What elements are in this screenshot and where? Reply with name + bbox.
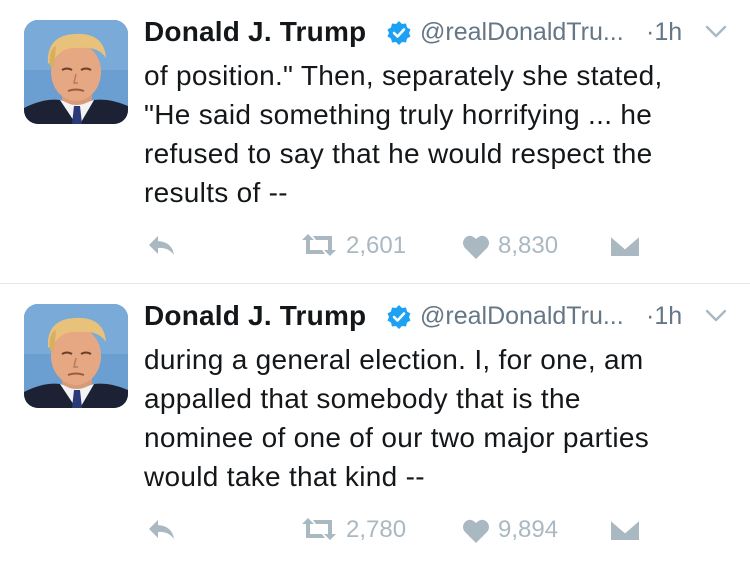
avatar[interactable] <box>24 304 128 408</box>
retweet-icon <box>302 234 336 256</box>
author-handle[interactable]: @realDonaldTru... <box>420 302 624 331</box>
author-name[interactable]: Donald J. Trump <box>144 16 366 48</box>
retweet-count: 2,601 <box>346 232 407 259</box>
tweet[interactable]: Donald J. Trump @realDonaldTru... ·1h of… <box>0 0 750 283</box>
tweet-text-line: results of -- <box>144 177 288 208</box>
tweet-text-line: "He said something truly horrifying ... … <box>144 99 653 130</box>
tweet-text-line: nominee of one of our two major parties <box>144 422 650 453</box>
chevron-down-icon[interactable] <box>704 24 728 40</box>
tweet-text-line: appalled that somebody that is the <box>144 383 581 414</box>
retweet-icon <box>302 518 336 540</box>
tweet-text-line: during a general election. I, for one, a… <box>144 344 644 375</box>
tweet-text-line: of position." Then, separately she state… <box>144 60 663 91</box>
tweet-text: during a general election. I, for one, a… <box>144 340 734 496</box>
heart-icon <box>463 519 489 543</box>
tweet-actions: 2,601 8,830 <box>144 228 734 264</box>
verified-badge-icon <box>387 21 411 45</box>
avatar[interactable] <box>24 20 128 124</box>
tweet-text: of position." Then, separately she state… <box>144 56 734 212</box>
tweet[interactable]: Donald J. Trump @realDonaldTru... ·1h du… <box>0 284 750 568</box>
timestamp[interactable]: ·1h <box>646 18 682 47</box>
author-name[interactable]: Donald J. Trump <box>144 300 366 332</box>
tweet-text-line: refused to say that he would respect the <box>144 138 653 169</box>
heart-icon <box>463 235 489 259</box>
avatar-image <box>24 20 128 124</box>
avatar-image <box>24 304 128 408</box>
direct-message-icon[interactable] <box>610 234 640 258</box>
tweet-header: Donald J. Trump @realDonaldTru... ·1h <box>144 298 734 338</box>
retweet-count: 2,780 <box>346 516 407 543</box>
tweet-text-line: would take that kind -- <box>144 461 425 492</box>
direct-message-icon[interactable] <box>610 518 640 542</box>
reply-icon[interactable] <box>146 516 178 544</box>
tweet-header: Donald J. Trump @realDonaldTru... ·1h <box>144 14 734 54</box>
like-count: 8,830 <box>498 232 559 259</box>
tweet-actions: 2,780 9,894 <box>144 512 734 548</box>
reply-icon[interactable] <box>146 232 178 260</box>
author-handle[interactable]: @realDonaldTru... <box>420 18 624 47</box>
timestamp[interactable]: ·1h <box>646 302 682 331</box>
like-count: 9,894 <box>498 516 559 543</box>
verified-badge-icon <box>387 305 411 329</box>
chevron-down-icon[interactable] <box>704 308 728 324</box>
